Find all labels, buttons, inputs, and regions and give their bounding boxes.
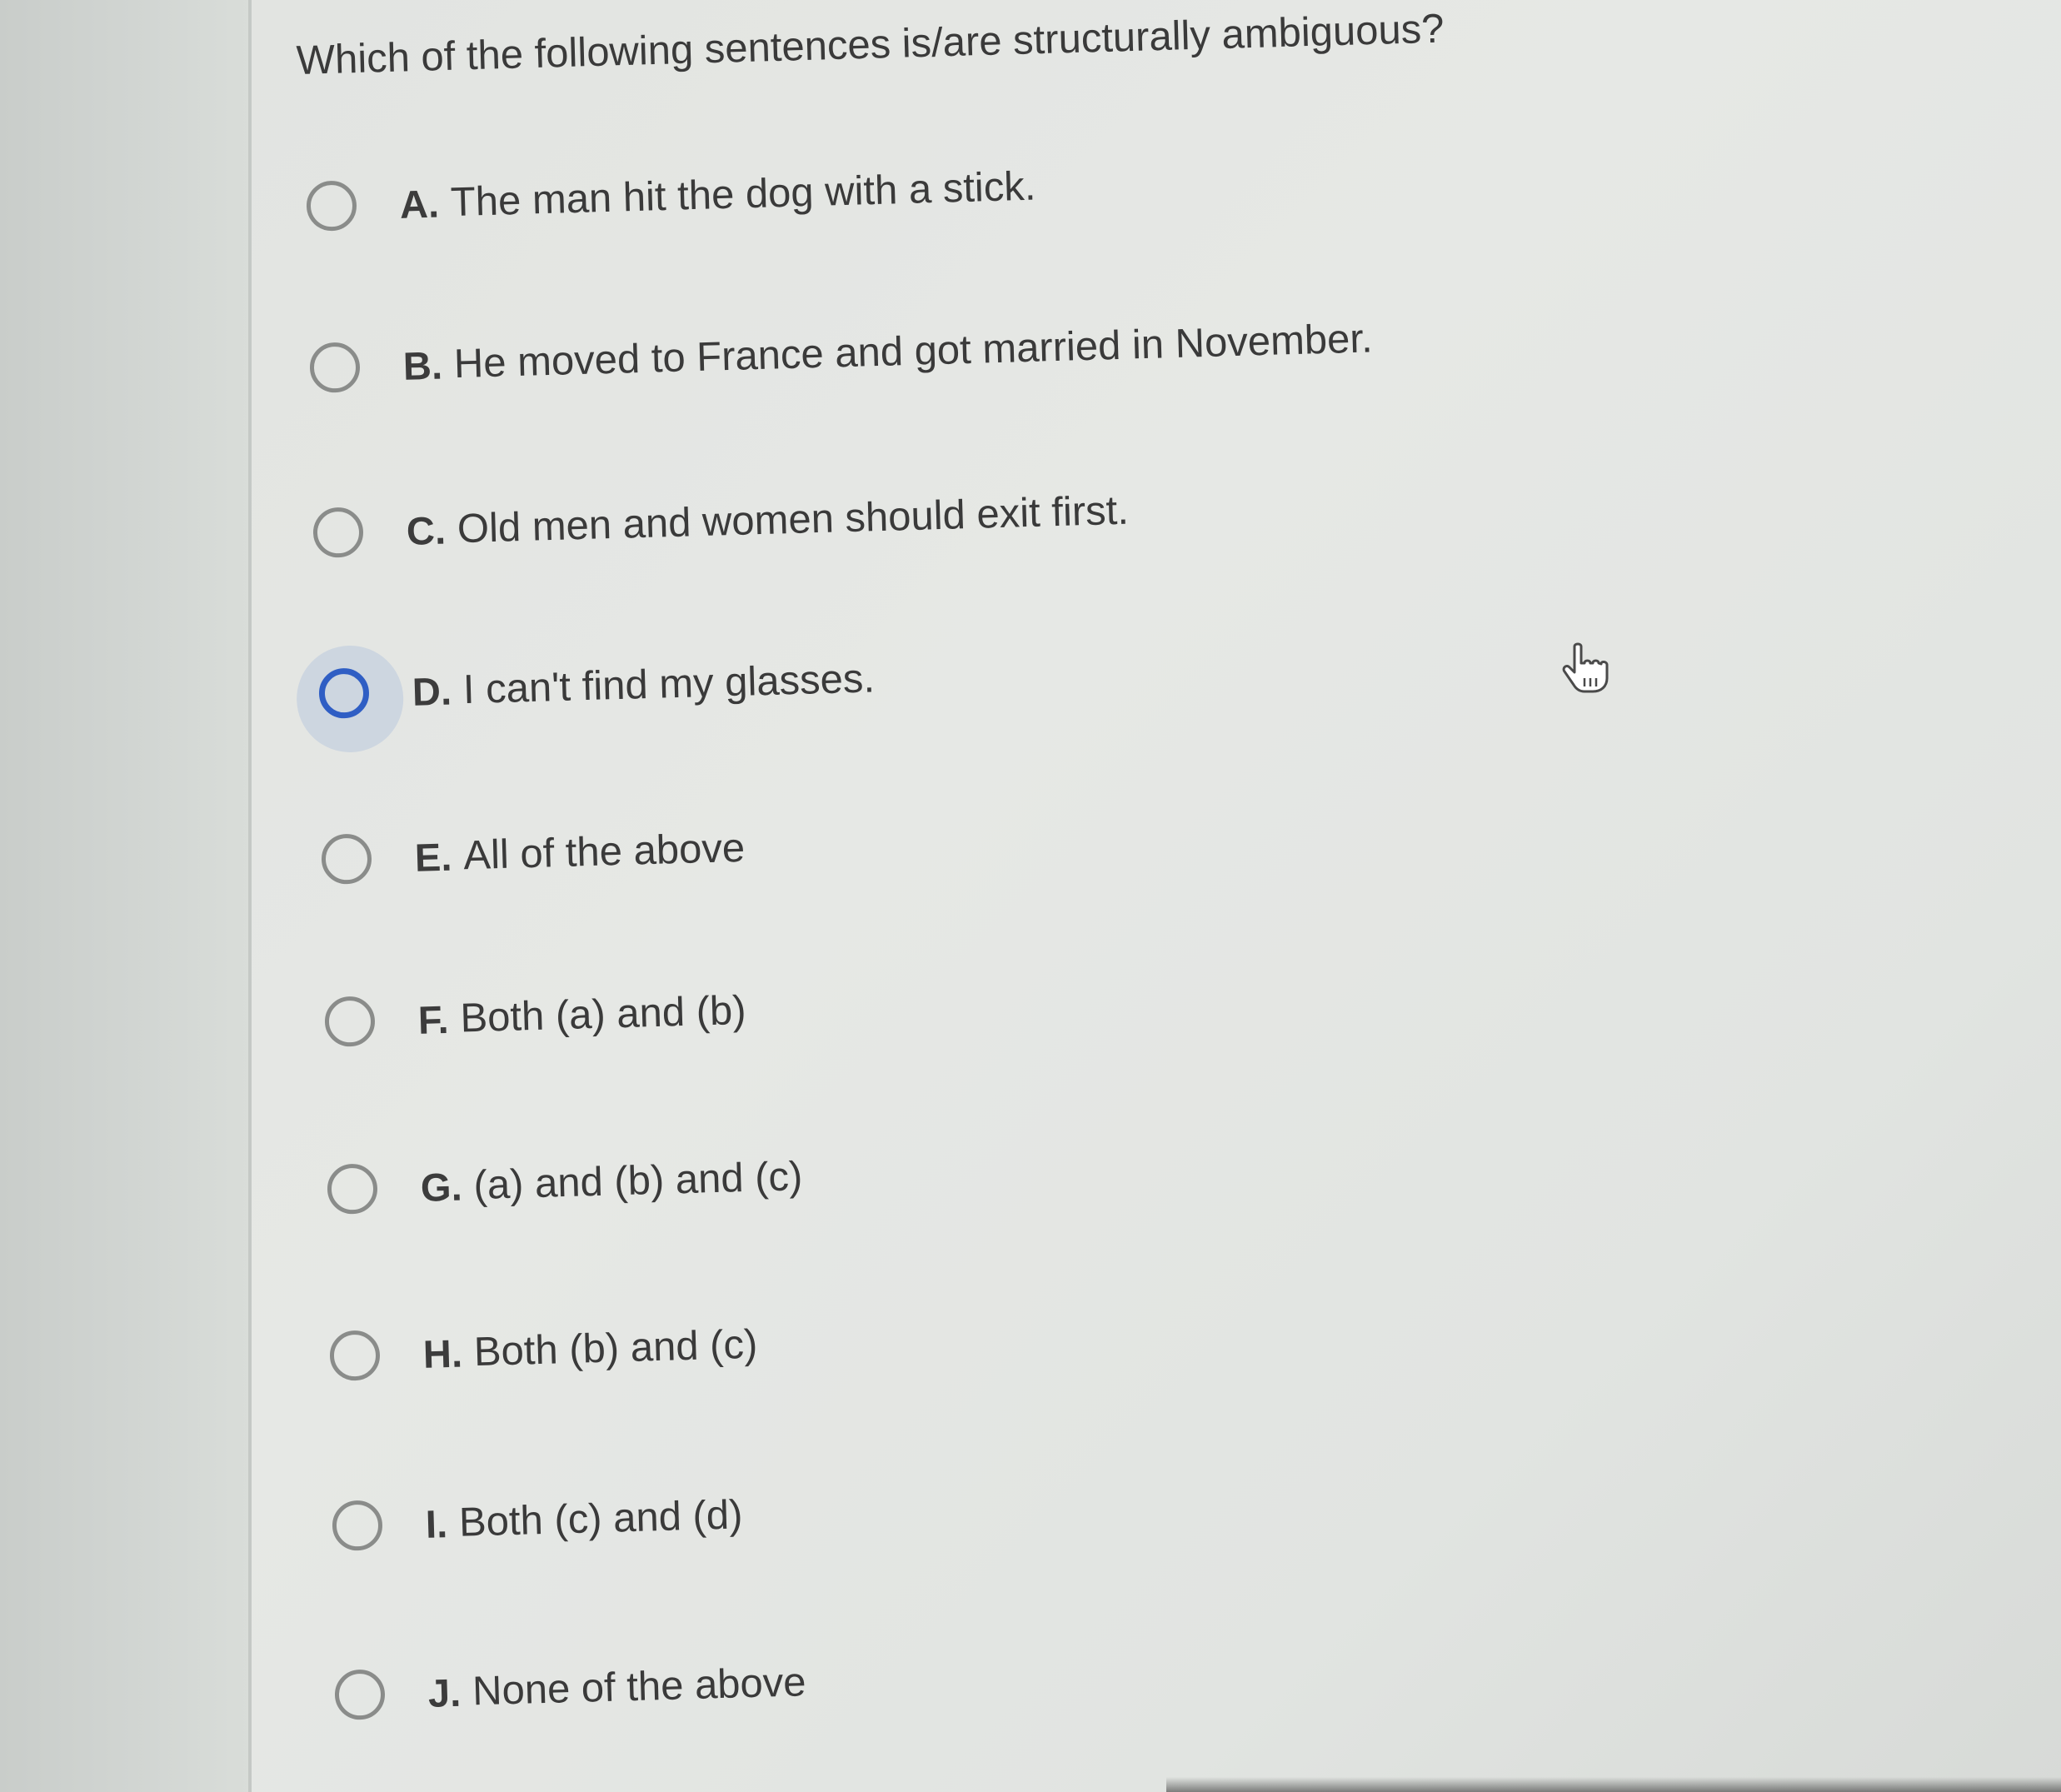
option-label: None of the above <box>472 1660 807 1715</box>
option-label: Both (b) and (c) <box>473 1321 758 1375</box>
option-label: (a) and (b) and (c) <box>472 1154 804 1209</box>
left-margin <box>0 0 250 1792</box>
option-letter: G. <box>420 1163 463 1210</box>
option-letter: J. <box>427 1670 462 1715</box>
radio-button[interactable] <box>324 996 376 1047</box>
radio-button[interactable] <box>334 1669 386 1720</box>
radio-button[interactable] <box>309 342 361 393</box>
radio-button[interactable] <box>329 1330 381 1381</box>
radio-button[interactable] <box>332 1500 383 1551</box>
option-label: All of the above <box>462 825 746 879</box>
option-letter: D. <box>412 668 452 714</box>
radio-button-focused[interactable] <box>295 644 405 754</box>
option-letter: I. <box>425 1500 448 1546</box>
option-letter: F. <box>417 996 450 1042</box>
hand-pointer-icon <box>1562 642 1609 693</box>
radio-button[interactable] <box>306 180 357 232</box>
option-letter: E. <box>414 834 453 880</box>
option-letter: H. <box>422 1330 463 1376</box>
option-letter: C. <box>406 507 447 553</box>
option-label: Both (c) and (d) <box>458 1492 744 1545</box>
option-label: Both (a) and (b) <box>459 987 747 1041</box>
radio-button[interactable] <box>312 507 364 558</box>
radio-button[interactable] <box>321 833 372 885</box>
option-label: I can't find my glasses. <box>462 656 876 713</box>
radio-button[interactable] <box>327 1163 378 1215</box>
option-letter: B. <box>402 342 443 388</box>
option-letter: A. <box>399 181 440 227</box>
screen-bezel-shadow <box>1166 1777 2061 1792</box>
